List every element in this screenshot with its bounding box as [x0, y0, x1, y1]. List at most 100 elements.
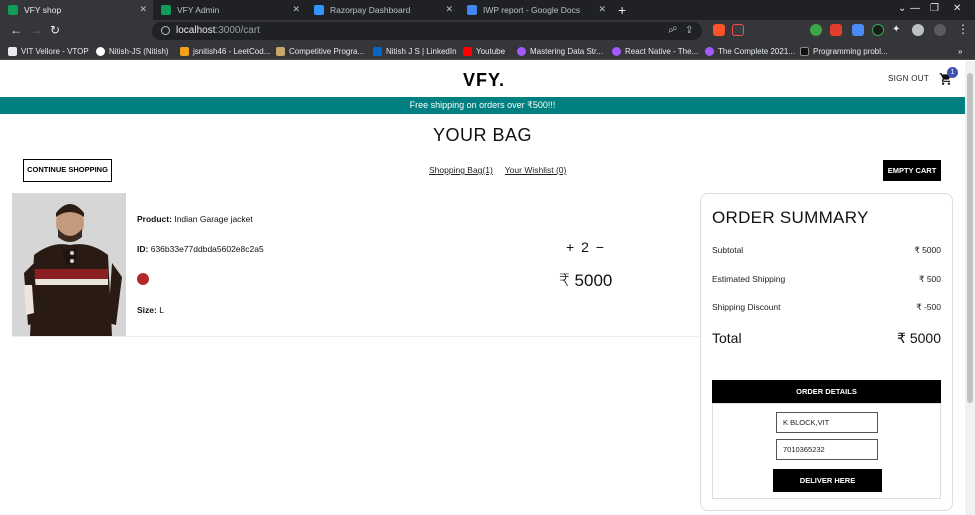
- bookmark-complete-2021[interactable]: The Complete 2021...: [705, 44, 795, 58]
- order-summary-panel: ORDER SUMMARY Subtotal ₹ 5000 Estimated …: [700, 193, 953, 511]
- url-path: :3000/cart: [215, 25, 260, 36]
- leetcode-icon: [180, 46, 189, 56]
- summary-title: ORDER SUMMARY: [712, 208, 869, 227]
- bookmark-github[interactable]: Nitish-JS (Nitish): [96, 44, 169, 58]
- summary-value: ₹ 5000: [914, 245, 941, 255]
- sign-out-link[interactable]: SIGN OUT: [888, 74, 929, 83]
- tab-google-docs[interactable]: IWP report - Google Docs ✕: [459, 0, 612, 20]
- bookmark-leetcode[interactable]: jsnitish46 - LeetCod...: [180, 44, 270, 58]
- share-icon[interactable]: ⇪: [685, 25, 693, 36]
- order-details-form: K BLOCK,VIT UNIVERSITY 7010365232 DELIVE…: [712, 403, 941, 499]
- chevron-down-icon[interactable]: ⌄: [898, 3, 906, 14]
- youtube-icon: [463, 46, 472, 56]
- bookmarks-bar: VIT Vellore - VTOP Nitish-JS (Nitish) js…: [0, 42, 975, 60]
- scrollbar-thumb[interactable]: [967, 73, 973, 403]
- site-info-icon[interactable]: [161, 26, 170, 35]
- bookmark-mastering-ds[interactable]: Mastering Data Str...: [517, 44, 603, 58]
- browser-toolbar: ← → ↻ localhost:3000/cart ⌕ ⇪ ⌕ ✦ ⋮: [0, 20, 975, 42]
- bookmark-label: VIT Vellore - VTOP: [21, 46, 89, 56]
- product-name-label: Product:: [137, 214, 172, 224]
- product-color-swatch: [137, 273, 149, 285]
- bookmark-label: Programming probl...: [813, 46, 888, 56]
- extensions-puzzle-icon[interactable]: ✦: [892, 24, 904, 36]
- cart-top-links: Shopping Bag(1) Your Wishlist (0): [429, 165, 578, 175]
- quantity-stepper: + 2 −: [566, 239, 604, 255]
- back-icon[interactable]: ←: [10, 23, 22, 37]
- product-id-line: ID: 636b33e77ddbda5602e8c2a5: [137, 244, 264, 254]
- menu-icon[interactable]: ⋮: [957, 22, 969, 36]
- bookmark-label: Mastering Data Str...: [530, 46, 603, 56]
- url-text: localhost:3000/cart: [176, 25, 260, 36]
- extension-blue-icon[interactable]: [852, 24, 864, 36]
- tab-razorpay[interactable]: Razorpay Dashboard ✕: [306, 0, 459, 20]
- product-image: [12, 193, 126, 336]
- product-name-line: Product: Indian Garage jacket: [137, 214, 253, 224]
- warning-icon[interactable]: [732, 24, 744, 36]
- page-scrollbar[interactable]: [965, 61, 975, 515]
- bookmark-label: Competitive Progra...: [289, 46, 365, 56]
- reload-icon[interactable]: ↻: [50, 23, 60, 37]
- bookmark-vit[interactable]: VIT Vellore - VTOP: [8, 44, 89, 58]
- continue-shopping-button[interactable]: CONTINUE SHOPPING: [23, 159, 112, 182]
- deliver-here-button[interactable]: DELIVER HERE: [773, 469, 882, 492]
- brave-icon[interactable]: [713, 24, 725, 36]
- quantity-value: 2: [581, 239, 589, 255]
- jacket-photo-icon: [12, 193, 126, 336]
- maximize-icon[interactable]: ❐: [930, 3, 939, 14]
- wishlist-link[interactable]: Your Wishlist (0): [505, 165, 567, 175]
- extension-circle-icon[interactable]: [872, 24, 884, 36]
- product-size-line: Size: L: [137, 305, 164, 315]
- close-tab-icon[interactable]: ✕: [292, 4, 300, 15]
- close-tab-icon[interactable]: ✕: [139, 4, 147, 15]
- product-id: 636b33e77ddbda5602e8c2a5: [150, 244, 264, 254]
- announcement-bar: Free shipping on orders over ₹500!!!: [0, 97, 965, 114]
- bookmark-label: Nitish J S | LinkedIn: [386, 46, 457, 56]
- close-tab-icon[interactable]: ✕: [445, 4, 453, 15]
- cart-count-badge: 1: [947, 67, 958, 78]
- bookmark-label: jsnitish46 - LeetCod...: [193, 46, 271, 56]
- close-tab-icon[interactable]: ✕: [598, 4, 606, 15]
- tab-title: VFY Admin: [177, 5, 220, 15]
- codechef-icon: [276, 46, 285, 56]
- extension-red-icon[interactable]: [830, 24, 842, 36]
- search-icon[interactable]: ⌕: [672, 23, 678, 34]
- increase-quantity-icon[interactable]: +: [566, 239, 574, 255]
- razorpay-favicon-icon: [314, 5, 324, 15]
- divider: [12, 336, 699, 337]
- profile-avatar-icon[interactable]: [912, 24, 924, 36]
- phone-field[interactable]: 7010365232: [776, 439, 878, 460]
- order-details-button[interactable]: ORDER DETAILS: [712, 380, 941, 403]
- bookmark-react-native[interactable]: React Native - The...: [612, 44, 698, 58]
- close-window-icon[interactable]: ✕: [953, 3, 961, 14]
- tab-vfy-admin[interactable]: VFY Admin ✕: [153, 0, 306, 20]
- address-bar[interactable]: localhost:3000/cart ⌕ ⇪: [152, 22, 702, 40]
- decrease-quantity-icon[interactable]: −: [596, 239, 604, 255]
- browser-tab-bar: VFY shop ✕ VFY Admin ✕ Razorpay Dashboar…: [0, 0, 975, 20]
- vfy-favicon-icon: [8, 5, 18, 15]
- product-price: ₹ 5000: [559, 271, 613, 290]
- site-logo[interactable]: VFY.: [463, 70, 505, 91]
- bookmark-programming[interactable]: Programming probl...: [800, 44, 888, 58]
- udemy-icon: [517, 46, 526, 56]
- summary-row-subtotal: Subtotal ₹ 5000: [712, 245, 941, 256]
- bookmark-youtube[interactable]: Youtube: [463, 44, 505, 58]
- tab-vfy-shop[interactable]: VFY shop ✕: [0, 0, 153, 20]
- profile-icon[interactable]: [934, 24, 946, 36]
- tab-title: IWP report - Google Docs: [483, 5, 581, 15]
- empty-cart-button[interactable]: EMPTY CART: [883, 160, 941, 181]
- url-host: localhost: [176, 25, 216, 36]
- address-field[interactable]: K BLOCK,VIT UNIVERSITY: [776, 412, 878, 446]
- shopping-bag-link[interactable]: Shopping Bag(1): [429, 165, 493, 175]
- product-size: L: [159, 305, 164, 315]
- bookmark-linkedin[interactable]: Nitish J S | LinkedIn: [373, 44, 457, 58]
- new-tab-icon[interactable]: +: [618, 2, 626, 18]
- forward-icon[interactable]: →: [30, 23, 42, 37]
- bookmark-competitive[interactable]: Competitive Progra...: [276, 44, 364, 58]
- product-size-label: Size:: [137, 305, 157, 315]
- bookmark-label: Youtube: [476, 46, 506, 56]
- minimize-icon[interactable]: —: [910, 3, 920, 14]
- more-bookmarks-icon[interactable]: »: [958, 44, 962, 58]
- summary-label: Shipping Discount: [712, 302, 781, 312]
- extension-green-icon[interactable]: [810, 24, 822, 36]
- udemy-icon: [705, 46, 714, 56]
